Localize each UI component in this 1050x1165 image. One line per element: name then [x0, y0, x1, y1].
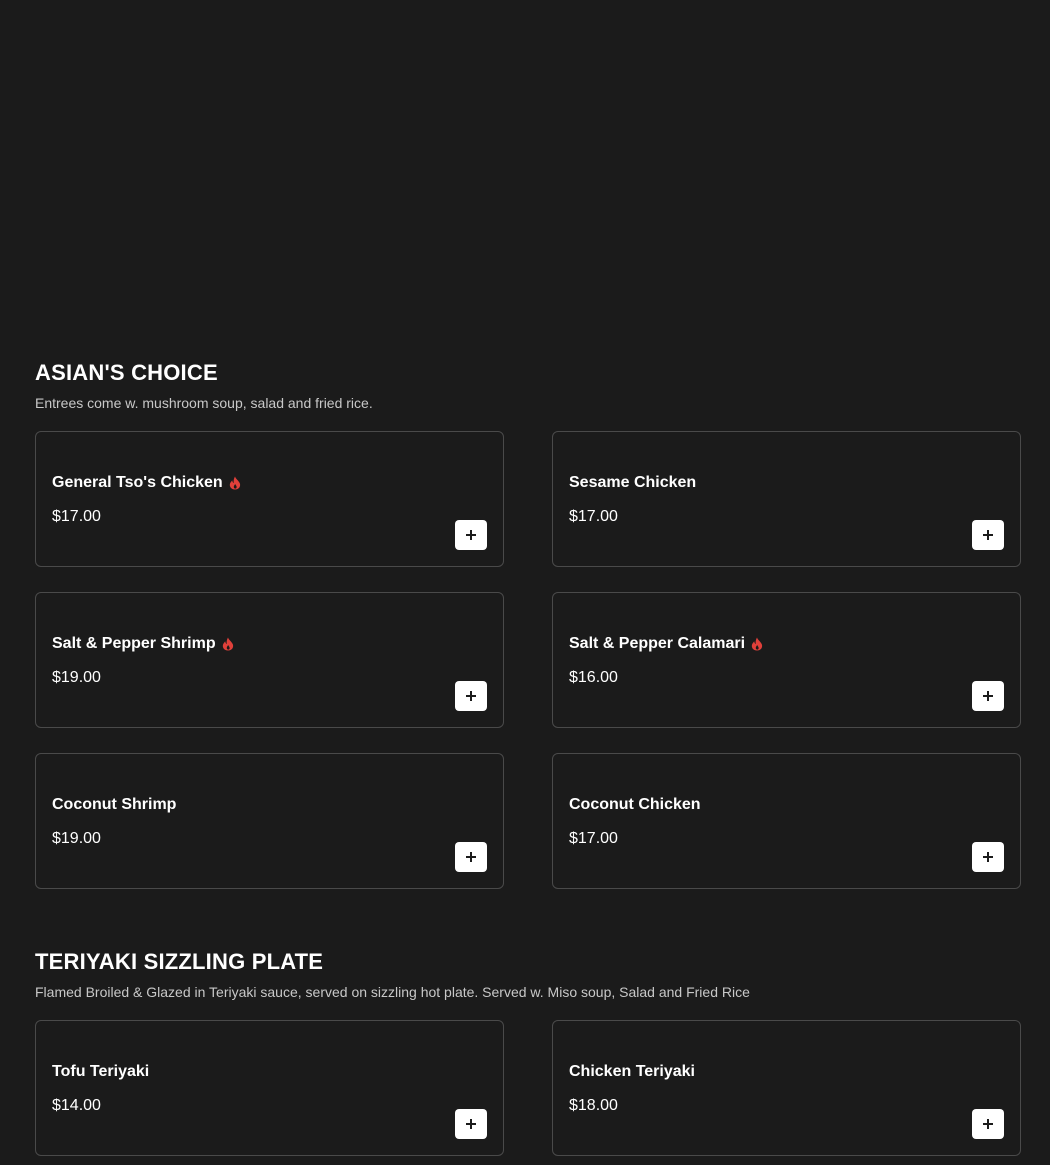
plus-icon	[466, 852, 476, 862]
menu-item-price: $19.00	[52, 830, 101, 847]
menu-item-name: Salt & Pepper Shrimp	[52, 633, 234, 655]
menu-item-card[interactable]: Tofu Teriyaki $14.00	[35, 1020, 504, 1156]
menu-item-card[interactable]: Salt & Pepper Calamari $16.00	[552, 592, 1021, 728]
menu-item-price: $17.00	[569, 508, 618, 525]
menu-item-name: General Tso's Chicken	[52, 472, 241, 494]
menu-item-name-text: Salt & Pepper Shrimp	[52, 635, 216, 652]
menu-item-price: $18.00	[569, 1097, 618, 1114]
menu-item-name: Chicken Teriyaki	[569, 1061, 695, 1083]
plus-icon	[466, 530, 476, 540]
menu-page: ASIAN'S CHOICE Entrees come w. mushroom …	[0, 0, 1050, 1165]
menu-item-card[interactable]: Salt & Pepper Shrimp $19.00	[35, 592, 504, 728]
section-title: TERIYAKI SIZZLING PLATE	[35, 949, 324, 974]
menu-section-teriyaki-sizzling-plate: TERIYAKI SIZZLING PLATE Flamed Broiled &…	[35, 949, 1021, 1156]
plus-icon	[466, 1119, 476, 1129]
add-to-cart-button[interactable]	[972, 520, 1004, 550]
add-to-cart-button[interactable]	[455, 520, 487, 550]
plus-icon	[983, 852, 993, 862]
menu-item-price: $17.00	[52, 508, 101, 525]
menu-item-name: Salt & Pepper Calamari	[569, 633, 763, 655]
add-to-cart-button[interactable]	[455, 842, 487, 872]
menu-item-name-text: Tofu Teriyaki	[52, 1063, 150, 1080]
menu-item-card[interactable]: Coconut Chicken $17.00	[552, 753, 1021, 889]
menu-item-name-text: Salt & Pepper Calamari	[569, 635, 746, 652]
plus-icon	[983, 691, 993, 701]
menu-item-card[interactable]: Coconut Shrimp $19.00	[35, 753, 504, 889]
flame-icon	[751, 637, 763, 651]
menu-item-name: Coconut Chicken	[569, 794, 701, 816]
plus-icon	[983, 530, 993, 540]
menu-item-name: Coconut Shrimp	[52, 794, 176, 816]
section-title: ASIAN'S CHOICE	[35, 360, 218, 385]
menu-item-grid: Tofu Teriyaki $14.00 Chicken Teriyaki $18.…	[35, 1020, 1021, 1156]
menu-item-price: $17.00	[569, 830, 618, 847]
flame-icon	[229, 476, 240, 490]
section-description: Flamed Broiled & Glazed in Teriyaki sauc…	[35, 984, 750, 1000]
menu-item-name-text: Sesame Chicken	[569, 474, 697, 491]
add-to-cart-button[interactable]	[455, 681, 487, 711]
add-to-cart-button[interactable]	[455, 1109, 487, 1139]
menu-item-card[interactable]: General Tso's Chicken $17.00	[35, 431, 504, 567]
menu-item-card[interactable]: Chicken Teriyaki $18.00	[552, 1020, 1021, 1156]
plus-icon	[466, 691, 476, 701]
plus-icon	[983, 1119, 993, 1129]
menu-section-asians-choice: ASIAN'S CHOICE Entrees come w. mushroom …	[35, 360, 1021, 889]
menu-item-card[interactable]: Sesame Chicken $17.00	[552, 431, 1021, 567]
menu-item-price: $19.00	[52, 669, 101, 686]
menu-item-name: Tofu Teriyaki	[52, 1061, 149, 1083]
menu-item-name-text: General Tso's Chicken	[52, 474, 223, 491]
menu-item-name-text: Coconut Shrimp	[52, 796, 177, 813]
section-description: Entrees come w. mushroom soup, salad and…	[35, 395, 373, 411]
menu-item-name-text: Coconut Chicken	[569, 796, 701, 813]
flame-icon	[222, 637, 233, 651]
menu-item-price: $16.00	[569, 669, 618, 686]
menu-item-grid: General Tso's Chicken $17.00 Sesame Chick…	[35, 431, 1021, 889]
menu-item-name-text: Chicken Teriyaki	[569, 1063, 695, 1080]
menu-item-price: $14.00	[52, 1097, 101, 1114]
add-to-cart-button[interactable]	[972, 681, 1004, 711]
add-to-cart-button[interactable]	[972, 842, 1004, 872]
menu-item-name: Sesame Chicken	[569, 472, 696, 494]
add-to-cart-button[interactable]	[972, 1109, 1004, 1139]
